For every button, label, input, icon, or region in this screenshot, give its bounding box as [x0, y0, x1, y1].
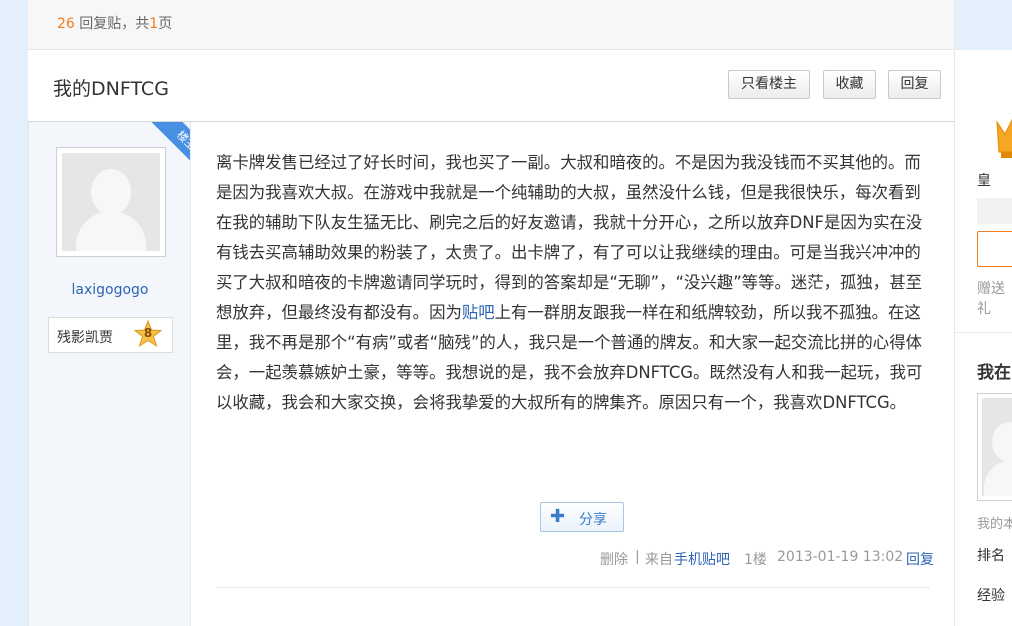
page-background-strip	[0, 0, 28, 626]
author-panel: 楼主 laxigogogo 残影凯贾 8	[29, 122, 191, 626]
thread-stats-bar: 26 回复贴，共1页	[28, 0, 954, 50]
client-link[interactable]: 手机贴吧	[674, 549, 730, 569]
meta-separator: |	[635, 549, 640, 565]
user-level: 8	[143, 326, 153, 340]
page-unit: 页	[158, 16, 173, 32]
avatar[interactable]	[56, 147, 166, 257]
sidebar-progress-bar	[977, 198, 1012, 224]
send-gift-label[interactable]: 赠送礼	[977, 278, 1012, 318]
post-divider	[216, 587, 929, 588]
delete-link[interactable]: 删除	[600, 549, 628, 569]
default-avatar-icon	[62, 153, 160, 251]
favorite-button[interactable]: 收藏	[823, 70, 876, 99]
share-label: 分享	[579, 512, 607, 528]
page-count: 1	[149, 16, 159, 32]
badge-name: 残影凯贾	[57, 330, 113, 346]
sidebar-input[interactable]	[977, 231, 1012, 267]
sidebar-my-label: 我的本	[977, 517, 1012, 532]
sidebar-avatar[interactable]	[977, 393, 1012, 501]
share-button[interactable]: ✚ 分享	[540, 502, 624, 532]
sidebar-exp-label: 经验	[977, 588, 1005, 604]
sidebar-section-title: 我在	[977, 363, 1011, 383]
crown-icon	[996, 118, 1012, 158]
post-reply-link[interactable]: 回复	[906, 549, 934, 569]
only-op-button[interactable]: 只看楼主	[728, 70, 810, 99]
sidebar-rank-label: 排名	[977, 548, 1005, 564]
user-badge[interactable]: 残影凯贾 8	[48, 317, 173, 353]
post-content: 离卡牌发售已经过了好长时间，我也买了一副。大叔和暗夜的。不是因为我没钱而不买其他…	[216, 148, 928, 418]
thread-title: 我的DNFTCG	[53, 78, 169, 100]
post-time: 2013-01-19 13:02	[777, 549, 904, 565]
reply-button[interactable]: 回复	[888, 70, 941, 99]
post-text-part1: 离卡牌发售已经过了好长时间，我也买了一副。大叔和暗夜的。不是因为我没钱而不买其他…	[216, 153, 923, 322]
floor-number: 1楼	[744, 552, 767, 568]
sidebar-huang-label: 皇	[977, 173, 991, 189]
reply-count-text: 26 回复贴，共1页	[57, 13, 172, 33]
sidebar-avatar-icon	[982, 398, 1012, 496]
author-username[interactable]: laxigogogo	[29, 282, 190, 298]
reply-label: 回复贴，共	[79, 16, 150, 32]
reply-count: 26	[57, 16, 75, 32]
meta-from: 来自	[645, 552, 673, 568]
right-sidebar: 皇 赠送礼 我在 我的本 排名 经验	[954, 50, 1012, 626]
sidebar-divider	[955, 332, 1012, 333]
thread-title-bar: 我的DNFTCG 只看楼主 收藏 回复	[28, 50, 954, 122]
tieba-link[interactable]: 贴吧	[462, 303, 495, 322]
share-plus-icon: ✚	[550, 506, 566, 527]
